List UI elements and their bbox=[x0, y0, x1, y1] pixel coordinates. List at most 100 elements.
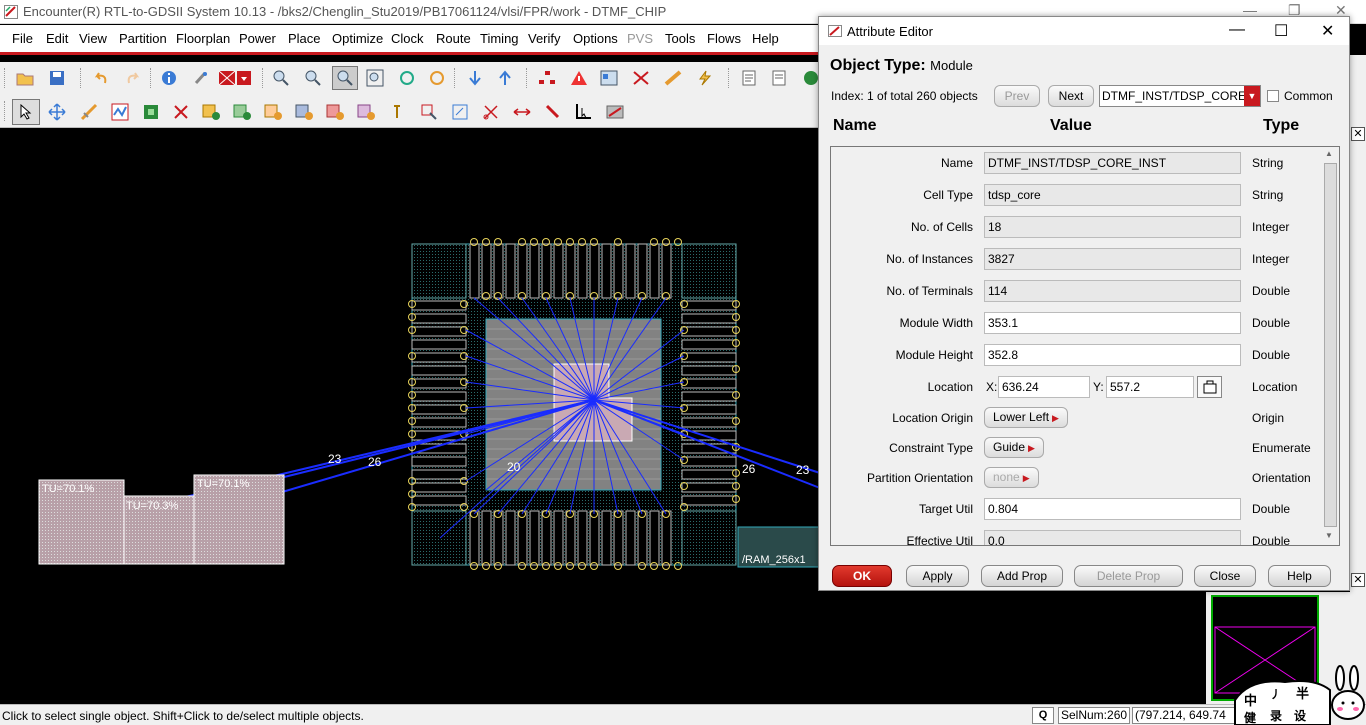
redo-icon[interactable] bbox=[122, 67, 144, 89]
hierarchy-icon[interactable] bbox=[536, 67, 558, 89]
dialog-minimize-icon[interactable]: — bbox=[1229, 21, 1245, 39]
help-button[interactable]: Help bbox=[1268, 565, 1331, 587]
menu-clock[interactable]: Clock bbox=[391, 31, 424, 46]
menu-timing[interactable]: Timing bbox=[480, 31, 519, 46]
dialog-close-icon[interactable]: ✕ bbox=[1321, 21, 1334, 41]
menu-floorplan[interactable]: Floorplan bbox=[176, 31, 230, 46]
save-icon[interactable] bbox=[46, 67, 68, 89]
attribute-list-scrollbar[interactable]: ▲ ▼ bbox=[1323, 149, 1338, 543]
menu-power[interactable]: Power bbox=[239, 31, 276, 46]
menu-tools[interactable]: Tools bbox=[665, 31, 695, 46]
zoom-previous-icon[interactable] bbox=[396, 67, 418, 89]
world-view-navigator[interactable] bbox=[1206, 592, 1366, 704]
attribute-value-field[interactable]: 114 bbox=[984, 280, 1241, 302]
attribute-value-field[interactable]: 3827 bbox=[984, 248, 1241, 270]
ruler-icon[interactable] bbox=[662, 67, 684, 89]
attribute-value-field[interactable]: 18 bbox=[984, 216, 1241, 238]
highlight-icon[interactable] bbox=[190, 67, 212, 89]
add-blockage-icon[interactable] bbox=[294, 101, 316, 123]
open-icon[interactable] bbox=[14, 67, 36, 89]
layout-window-icon[interactable] bbox=[598, 67, 620, 89]
attribute-value-field[interactable]: DTMF_INST/TDSP_CORE_INST bbox=[984, 152, 1241, 174]
place-tool-icon[interactable] bbox=[109, 101, 131, 123]
attribute-value-field[interactable]: tdsp_core bbox=[984, 184, 1241, 206]
delete-prop-button[interactable]: Delete Prop bbox=[1074, 565, 1183, 587]
dialog-maximize-icon[interactable]: ☐ bbox=[1274, 21, 1288, 41]
zoom-in-icon[interactable] bbox=[270, 67, 292, 89]
next-button[interactable]: Next bbox=[1048, 85, 1094, 107]
document-icon[interactable] bbox=[768, 67, 790, 89]
move-down-icon[interactable] bbox=[464, 67, 486, 89]
prev-button[interactable]: Prev bbox=[994, 85, 1040, 107]
module-height-input[interactable]: 352.8 bbox=[984, 344, 1241, 366]
move-up-icon[interactable] bbox=[494, 67, 516, 89]
color-picker-icon[interactable] bbox=[216, 67, 254, 89]
zoom-out-icon[interactable] bbox=[302, 67, 324, 89]
module-tool-icon[interactable] bbox=[140, 101, 162, 123]
location-x-input[interactable]: 636.24 bbox=[998, 376, 1090, 398]
menu-view[interactable]: View bbox=[79, 31, 107, 46]
partition-orientation-menu-button[interactable]: none ▶ bbox=[984, 467, 1039, 488]
apply-button[interactable]: Apply bbox=[906, 565, 969, 587]
menu-route[interactable]: Route bbox=[436, 31, 471, 46]
query-button[interactable]: Q bbox=[1032, 707, 1054, 724]
flash-icon[interactable] bbox=[694, 67, 716, 89]
pin-tool-icon[interactable] bbox=[387, 101, 409, 123]
wire-tool-icon[interactable] bbox=[78, 101, 100, 123]
info-icon[interactable] bbox=[158, 67, 180, 89]
align-tool-icon[interactable] bbox=[542, 101, 564, 123]
flight-line-icon[interactable] bbox=[604, 101, 626, 123]
menu-flows[interactable]: Flows bbox=[707, 31, 741, 46]
resize-tool-icon[interactable] bbox=[418, 101, 440, 123]
menu-optimize[interactable]: Optimize bbox=[332, 31, 383, 46]
close-panel-icon[interactable]: ✕ bbox=[1351, 127, 1365, 141]
redraw-icon[interactable] bbox=[426, 67, 448, 89]
menu-edit[interactable]: Edit bbox=[46, 31, 68, 46]
module-width-input[interactable]: 353.1 bbox=[984, 312, 1241, 334]
close-panel-icon[interactable]: ✕ bbox=[1351, 573, 1365, 587]
menu-place[interactable]: Place bbox=[288, 31, 321, 46]
zoom-selected-icon[interactable] bbox=[332, 66, 358, 90]
location-y-input[interactable]: 557.2 bbox=[1106, 376, 1194, 398]
menu-verify[interactable]: Verify bbox=[528, 31, 561, 46]
add-region-icon[interactable] bbox=[232, 101, 254, 123]
add-group-icon[interactable] bbox=[201, 101, 223, 123]
move-tool-icon[interactable] bbox=[46, 101, 68, 123]
scroll-down-icon[interactable]: ▼ bbox=[1325, 531, 1333, 540]
target-util-input[interactable]: 0.804 bbox=[984, 498, 1241, 520]
add-halo-icon[interactable] bbox=[325, 101, 347, 123]
location-origin-menu-button[interactable]: Lower Left ▶ bbox=[984, 407, 1068, 428]
fit-icon[interactable] bbox=[364, 67, 386, 89]
menu-help[interactable]: Help bbox=[752, 31, 779, 46]
common-checkbox[interactable] bbox=[1267, 90, 1279, 102]
menu-partition[interactable]: Partition bbox=[119, 31, 167, 46]
scissors-tool-icon[interactable] bbox=[630, 67, 652, 89]
split-tool-icon[interactable] bbox=[480, 101, 502, 123]
menu-file[interactable]: File bbox=[12, 31, 33, 46]
world-view-canvas[interactable] bbox=[1211, 595, 1319, 701]
add-partition-icon[interactable] bbox=[356, 101, 378, 123]
scrollbar-thumb[interactable] bbox=[1324, 163, 1337, 527]
undo-icon[interactable] bbox=[90, 67, 112, 89]
menu-pvs[interactable]: PVS bbox=[627, 31, 653, 46]
cut-icon[interactable] bbox=[170, 101, 192, 123]
stretch-tool-icon[interactable] bbox=[449, 101, 471, 123]
warning-icon[interactable] bbox=[568, 67, 590, 89]
ok-button[interactable]: OK bbox=[832, 565, 892, 587]
object-selector-combo[interactable]: DTMF_INST/TDSP_CORE ▼ bbox=[1099, 85, 1261, 107]
snap-tool-icon[interactable] bbox=[573, 101, 595, 123]
add-prop-button[interactable]: Add Prop bbox=[981, 565, 1063, 587]
chevron-down-icon[interactable]: ▼ bbox=[1244, 86, 1260, 106]
scroll-up-icon[interactable]: ▲ bbox=[1325, 149, 1333, 158]
menu-options[interactable]: Options bbox=[573, 31, 618, 46]
select-arrow-icon[interactable] bbox=[12, 99, 40, 125]
add-fence-icon[interactable] bbox=[263, 101, 285, 123]
effective-util-field[interactable]: 0.0 bbox=[984, 530, 1241, 545]
spacing-tool-icon[interactable] bbox=[511, 101, 533, 123]
close-button[interactable]: Close bbox=[1194, 565, 1256, 587]
constraint-type-menu-button[interactable]: Guide ▶ bbox=[984, 437, 1044, 458]
pick-location-button[interactable] bbox=[1197, 376, 1222, 398]
toolbar-separator bbox=[262, 68, 264, 88]
attribute-type: Origin bbox=[1252, 411, 1285, 425]
report-icon[interactable] bbox=[738, 67, 760, 89]
